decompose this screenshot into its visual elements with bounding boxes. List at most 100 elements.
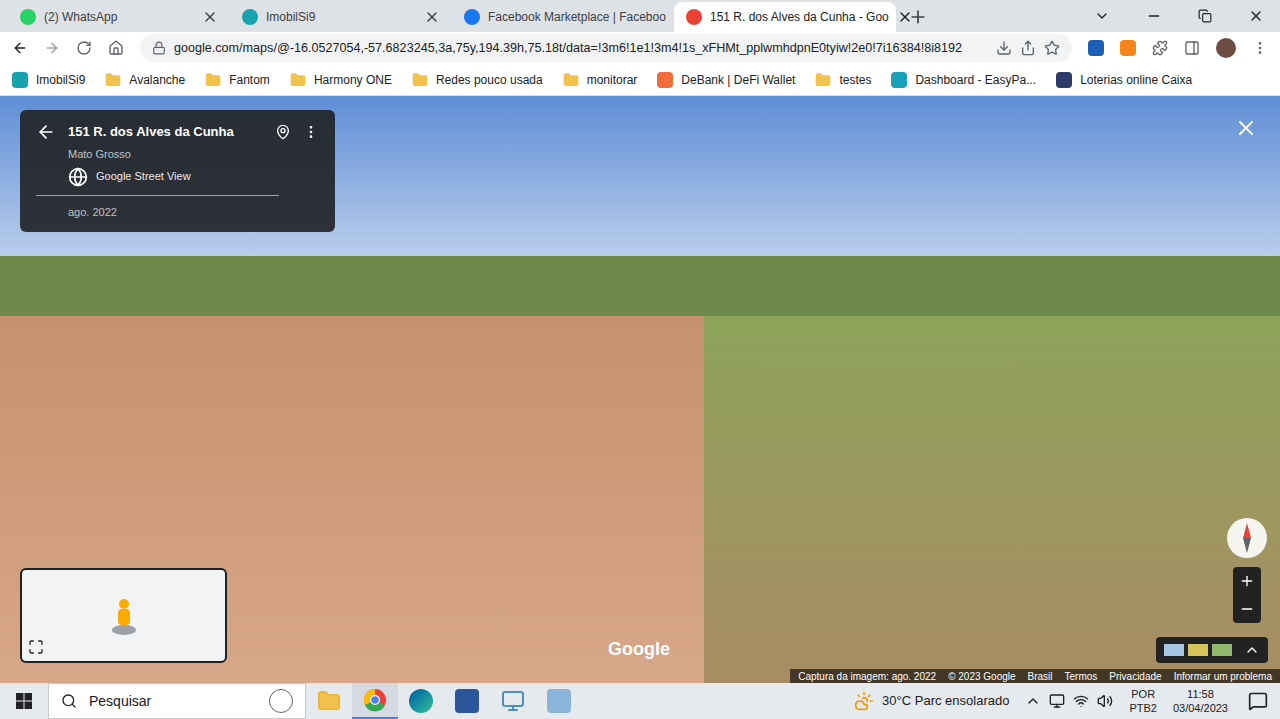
folder-icon (412, 72, 428, 88)
notifications-icon (1248, 691, 1268, 711)
bookmark-item[interactable]: Loterias online Caixa (1056, 71, 1192, 89)
close-tab-icon[interactable] (202, 9, 218, 25)
bookmark-item[interactable]: DeBank | DeFi Wallet (657, 71, 795, 89)
zoom-in-icon[interactable] (1233, 567, 1261, 595)
location-address: 151 R. dos Alves da Cunha (68, 122, 263, 142)
bookmark-item[interactable]: Dashboard - EasyPa... (891, 71, 1036, 89)
more-icon[interactable] (303, 124, 319, 140)
attribution-link[interactable]: Privacidade (1109, 669, 1161, 684)
tab-strip: (2) WhatsAppImobilSi9 Facebook Marketplac… (0, 0, 1280, 32)
google-icon (68, 167, 88, 187)
zoom-out-icon[interactable] (1233, 595, 1261, 623)
profile-avatar-icon[interactable] (1216, 38, 1236, 58)
tab-favicon-icon (242, 9, 258, 25)
pegman-icon[interactable] (108, 596, 140, 636)
attribution-link[interactable]: Informar um problema (1174, 669, 1272, 684)
close-street-view-icon[interactable] (1234, 116, 1258, 140)
weather[interactable]: 30°C Parc ensolarado (846, 691, 1017, 711)
app-icon[interactable] (490, 689, 536, 713)
minimize-icon[interactable] (1146, 8, 1162, 24)
side-panel-icon[interactable] (1184, 40, 1200, 56)
bookmark-item[interactable]: Harmony ONE (290, 71, 392, 89)
attribution-bar: Captura da imagem: ago. 2022 © 2023 Googl… (790, 669, 1280, 683)
word-icon[interactable] (444, 689, 490, 713)
lock-icon (152, 41, 166, 55)
chrome-icon[interactable] (352, 683, 398, 719)
minimap[interactable] (20, 568, 227, 663)
site-favicon-icon (1056, 72, 1072, 88)
bookmark-item[interactable]: Fantom (205, 71, 270, 89)
bookmark-item[interactable]: monitorar (563, 71, 638, 89)
expand-layers-icon[interactable] (1244, 642, 1260, 658)
new-tab-icon[interactable] (908, 7, 928, 27)
bookmark-item[interactable]: ImobilSi9 (12, 71, 85, 89)
browser-tab[interactable]: Facebook Marketplace | Faceboo (452, 2, 674, 32)
source-label: Google Street View (96, 168, 191, 185)
attribution-link[interactable]: Brasil (1028, 669, 1053, 684)
toolbar: google.com/maps/@-16.0527054,-57.6823245… (0, 32, 1280, 64)
close-window-icon[interactable] (1248, 8, 1264, 24)
tab-search-icon[interactable] (1094, 8, 1110, 24)
extensions-icon[interactable] (1152, 40, 1168, 56)
close-tab-icon[interactable] (897, 9, 913, 25)
site-favicon-icon (12, 72, 28, 88)
weather-icon (854, 691, 874, 711)
share-icon[interactable] (1020, 40, 1036, 56)
app-icon[interactable] (536, 689, 582, 713)
display-icon[interactable] (1049, 693, 1065, 709)
forward-icon[interactable] (44, 40, 60, 56)
file-explorer-icon[interactable] (306, 689, 352, 713)
back-to-map-icon[interactable] (36, 122, 56, 142)
system-tray (1017, 693, 1121, 709)
reload-icon[interactable] (76, 40, 92, 56)
bookmark-item[interactable]: testes (815, 71, 871, 89)
capture-date: ago. 2022 (36, 200, 319, 221)
search-icon (61, 693, 77, 709)
clock[interactable]: 11:5803/04/2023 (1165, 687, 1236, 715)
folder-icon (105, 72, 121, 88)
wifi-icon[interactable] (1073, 693, 1089, 709)
browser-tab[interactable]: 151 R. dos Alves da Cunha - Goo (674, 2, 896, 32)
home-icon[interactable] (108, 40, 124, 56)
show-hidden-icon[interactable] (1025, 693, 1041, 709)
address-bar[interactable]: google.com/maps/@-16.0527054,-57.6823245… (140, 34, 1072, 62)
taskbar-search[interactable]: Pesquisar (48, 683, 306, 719)
extension-icon[interactable] (1088, 40, 1104, 56)
window-controls (1094, 0, 1280, 32)
tab-title: Facebook Marketplace | Faceboo (488, 8, 666, 26)
google-watermark: Google (608, 636, 670, 663)
browser-tab[interactable]: ImobilSi9 (230, 2, 452, 32)
start-button[interactable] (0, 683, 48, 719)
volume-icon[interactable] (1097, 693, 1113, 709)
language-indicator[interactable]: PORPTB2 (1121, 687, 1165, 715)
expand-icon[interactable] (28, 639, 44, 655)
edge-icon[interactable] (398, 689, 444, 713)
notifications-button[interactable] (1236, 683, 1280, 719)
bookmark-star-icon[interactable] (1044, 40, 1060, 56)
attribution-link[interactable]: Termos (1065, 669, 1098, 684)
bing-icon[interactable] (269, 689, 293, 713)
metamask-icon[interactable] (1120, 40, 1136, 56)
folder-icon (290, 72, 306, 88)
download-icon[interactable] (996, 40, 1012, 56)
bookmark-item[interactable]: Avalanche (105, 71, 185, 89)
layers-button[interactable] (1156, 637, 1268, 663)
restore-icon[interactable] (1198, 9, 1212, 23)
site-favicon-icon (657, 72, 673, 88)
tab-favicon-icon (464, 9, 480, 25)
menu-icon[interactable] (1252, 40, 1268, 56)
bookmark-item[interactable]: Redes pouco usada (412, 71, 543, 89)
attribution-link: © 2023 Google (948, 669, 1015, 684)
back-icon[interactable] (12, 40, 28, 56)
pin-icon[interactable] (275, 124, 291, 140)
tab-favicon-icon (20, 9, 36, 25)
windows-logo-icon (16, 693, 32, 709)
map-controls (1226, 517, 1268, 623)
attribution-link: Captura da imagem: ago. 2022 (798, 669, 936, 684)
close-tab-icon[interactable] (424, 9, 440, 25)
browser-tab[interactable]: (2) WhatsApp (8, 2, 230, 32)
compass-icon[interactable] (1226, 517, 1268, 559)
street-view[interactable]: 151 R. dos Alves da Cunha Mato Grosso Goog… (0, 96, 1280, 683)
tab-title: 151 R. dos Alves da Cunha - Goo (710, 8, 889, 26)
location-region: Mato Grosso (36, 146, 319, 163)
